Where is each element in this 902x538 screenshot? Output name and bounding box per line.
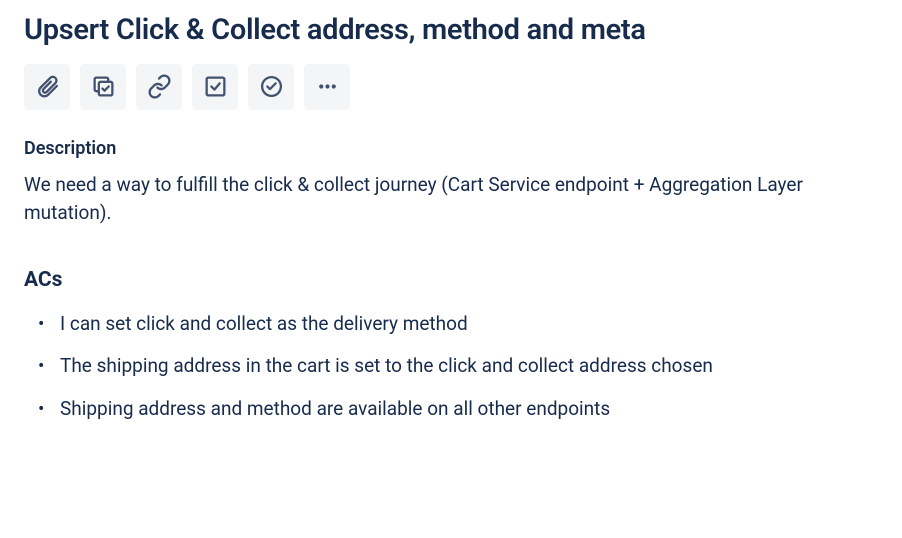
list-item: Shipping address and method are availabl… xyxy=(32,395,878,424)
add-child-button[interactable] xyxy=(80,64,126,110)
approval-button[interactable] xyxy=(248,64,294,110)
link-button[interactable] xyxy=(136,64,182,110)
approval-icon xyxy=(259,74,284,99)
more-icon xyxy=(315,74,340,99)
description-section: Description We need a way to fulfill the… xyxy=(24,138,878,228)
acceptance-criteria-section: ACs I can set click and collect as the d… xyxy=(24,268,878,424)
description-text[interactable]: We need a way to fulfill the click & col… xyxy=(24,171,878,228)
issue-toolbar xyxy=(24,64,878,110)
checklist-icon xyxy=(91,74,116,99)
description-heading: Description xyxy=(24,138,878,159)
attach-button[interactable] xyxy=(24,64,70,110)
checkbox-button[interactable] xyxy=(192,64,238,110)
acs-heading: ACs xyxy=(24,268,878,292)
link-icon xyxy=(147,74,172,99)
list-item: The shipping address in the cart is set … xyxy=(32,352,878,381)
checkbox-icon xyxy=(203,74,228,99)
more-actions-button[interactable] xyxy=(304,64,350,110)
attachment-icon xyxy=(35,74,60,99)
acs-list: I can set click and collect as the deliv… xyxy=(24,310,878,424)
list-item: I can set click and collect as the deliv… xyxy=(32,310,878,339)
issue-title[interactable]: Upsert Click & Collect address, method a… xyxy=(24,12,878,50)
